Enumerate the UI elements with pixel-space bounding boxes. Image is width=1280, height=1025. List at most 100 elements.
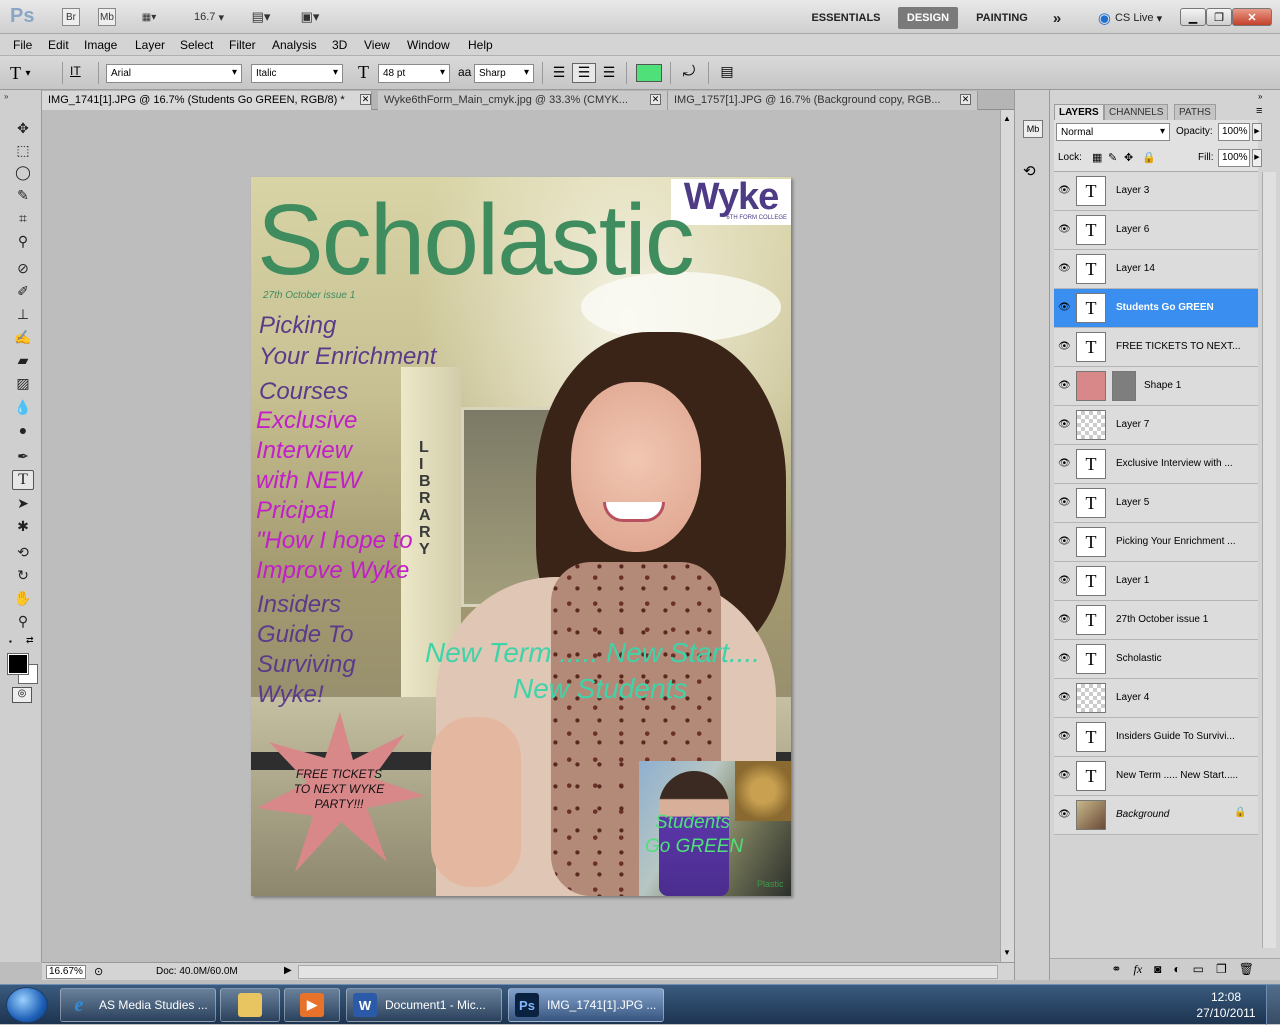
clock-time[interactable]: 12:08 [1196, 990, 1256, 1004]
layer-row[interactable]: 👁 T Layer 3 [1054, 172, 1258, 211]
screen-mode-button[interactable]: ▣▾ [292, 8, 328, 26]
menu-help[interactable]: Help [468, 38, 493, 52]
visibility-eye-icon[interactable]: 👁 [1058, 185, 1071, 197]
layer-row[interactable]: 👁 T 27th October issue 1 [1054, 601, 1258, 640]
visibility-eye-icon[interactable]: 👁 [1058, 653, 1071, 665]
clone-stamp-tool-icon[interactable]: ⊥ [12, 304, 34, 324]
taskbar-photoshop[interactable]: Ps IMG_1741[1].JPG ... [508, 988, 664, 1022]
character-panel-button[interactable]: ▤ [716, 63, 738, 83]
new-layer-icon[interactable]: ❐ [1216, 962, 1227, 980]
tool-preset-picker[interactable]: T ▾ [10, 62, 54, 84]
workspace-essentials[interactable]: ESSENTIALS [802, 7, 890, 29]
status-zoom[interactable]: 16.67% [46, 965, 86, 979]
blur-tool-icon[interactable]: 💧 [12, 397, 34, 417]
layer-row[interactable]: 👁 T Picking Your Enrichment ... [1054, 523, 1258, 562]
layer-row[interactable]: 👁 T Layer 6 [1054, 211, 1258, 250]
menu-filter[interactable]: Filter [229, 38, 256, 52]
font-size-dropdown[interactable]: 48 pt [378, 64, 450, 83]
visibility-eye-icon[interactable]: 👁 [1058, 536, 1071, 548]
history-brush-tool-icon[interactable]: ✍ [12, 327, 34, 347]
eyedropper-tool-icon[interactable]: ⚲ [12, 231, 34, 251]
align-right-button[interactable]: ☰ [598, 64, 620, 82]
taskbar-media-player[interactable]: ▶ [284, 988, 340, 1022]
panel-collapse-icon[interactable]: » [1258, 92, 1262, 101]
layer-row[interactable]: 👁 Shape 1 [1054, 367, 1258, 406]
vertical-scrollbar[interactable]: ▲ ▼ [1000, 110, 1014, 962]
fx-icon[interactable]: fx [1133, 962, 1142, 980]
layer-row[interactable]: 👁 T Scholastic [1054, 640, 1258, 679]
visibility-eye-icon[interactable]: 👁 [1058, 770, 1071, 782]
default-colors-icon[interactable]: ▪ [9, 637, 12, 646]
more-workspaces-icon[interactable]: » [1046, 7, 1068, 29]
magazine-cover-document[interactable]: LIBRARY Wyke 6TH FORM COLLEGE Scholastic… [251, 177, 791, 896]
layers-scrollbar[interactable] [1262, 172, 1276, 948]
move-tool-icon[interactable]: ✥ [12, 118, 34, 138]
hand-tool-icon[interactable]: ✋ [12, 588, 34, 608]
layer-row[interactable]: 👁 T Layer 5 [1054, 484, 1258, 523]
menu-edit[interactable]: Edit [48, 38, 69, 52]
visibility-eye-icon[interactable]: 👁 [1058, 302, 1071, 314]
taskbar-word[interactable]: W Document1 - Mic... [346, 988, 502, 1022]
start-button[interactable] [6, 987, 48, 1023]
visibility-eye-icon[interactable]: 👁 [1058, 497, 1071, 509]
minimize-button[interactable]: ▁ [1180, 8, 1206, 26]
font-style-dropdown[interactable]: Italic [251, 64, 343, 83]
mini-bridge-panel-icon[interactable]: Mb [1023, 120, 1043, 138]
zoom-tool-icon[interactable]: ⚲ [12, 611, 34, 631]
lock-pixels-icon[interactable]: ✎ [1108, 151, 1117, 164]
layer-row[interactable]: 👁 T FREE TICKETS TO NEXT... [1054, 328, 1258, 367]
visibility-eye-icon[interactable]: 👁 [1058, 614, 1071, 626]
adjustment-icon[interactable]: ◐ [1173, 962, 1180, 980]
menu-file[interactable]: File [13, 38, 32, 52]
visibility-eye-icon[interactable]: 👁 [1058, 575, 1071, 587]
foreground-color-swatch[interactable] [7, 653, 29, 675]
text-color-swatch[interactable] [636, 64, 662, 82]
pen-tool-icon[interactable]: ✒ [12, 446, 34, 466]
layer-row[interactable]: 👁 T Insiders Guide To Survivi... [1054, 718, 1258, 757]
link-icon[interactable]: ⚭ [1111, 962, 1121, 980]
fill-arrow-icon[interactable]: ▶ [1252, 149, 1262, 167]
font-family-dropdown[interactable]: Arial [106, 64, 242, 83]
swap-colors-icon[interactable]: ⇄ [26, 635, 34, 646]
crop-tool-icon[interactable]: ⌗ [12, 208, 34, 228]
workspace-painting[interactable]: PAINTING [966, 7, 1038, 29]
quick-selection-tool-icon[interactable]: ✎ [12, 185, 34, 205]
folder-icon[interactable]: ▭ [1193, 962, 1204, 980]
menu-window[interactable]: Window [407, 38, 450, 52]
type-tool-icon[interactable]: T [12, 470, 34, 490]
mask-icon[interactable]: ◙ [1154, 962, 1161, 980]
tab-channels[interactable]: CHANNELS [1104, 104, 1169, 120]
document-tab-1[interactable]: IMG_1741[1].JPG @ 16.7% (Students Go GRE… [42, 91, 372, 110]
path-selection-tool-icon[interactable]: ➤ [12, 493, 34, 513]
lock-transparency-icon[interactable]: ▦ [1092, 151, 1102, 164]
workspace-design[interactable]: DESIGN [898, 7, 958, 29]
menu-analysis[interactable]: Analysis [272, 38, 317, 52]
horizontal-scrollbar[interactable] [298, 965, 998, 979]
status-info-icon[interactable]: ⊙ [94, 965, 103, 978]
taskbar-explorer[interactable] [220, 988, 280, 1022]
opacity-input[interactable]: 100% [1218, 123, 1250, 141]
clock-date[interactable]: 27/10/2011 [1190, 1006, 1262, 1020]
marquee-tool-icon[interactable]: ⬚ [12, 140, 34, 160]
close-tab-icon[interactable]: ✕ [960, 94, 971, 105]
menu-layer[interactable]: Layer [135, 38, 165, 52]
3d-orbit-tool-icon[interactable]: ↻ [12, 565, 34, 585]
zoom-level-dropdown[interactable]: 16.7 ▾ [186, 8, 232, 26]
trash-icon[interactable]: 🗑 [1239, 962, 1254, 980]
align-left-button[interactable]: ☰ [548, 64, 570, 82]
lock-all-icon[interactable]: 🔒 [1142, 151, 1156, 164]
tab-paths[interactable]: PATHS [1174, 104, 1216, 120]
menu-view[interactable]: View [364, 38, 390, 52]
visibility-eye-icon[interactable]: 👁 [1058, 692, 1071, 704]
status-menu-arrow-icon[interactable]: ▶ [284, 965, 292, 976]
visibility-eye-icon[interactable]: 👁 [1058, 458, 1071, 470]
quick-mask-icon[interactable]: ◎ [12, 687, 32, 703]
visibility-eye-icon[interactable]: 👁 [1058, 263, 1071, 275]
layer-row[interactable]: 👁 T Students Go GREEN [1054, 289, 1258, 328]
text-orientation-button[interactable]: IT [70, 64, 90, 82]
shape-tool-icon[interactable]: ✱ [12, 516, 34, 536]
menu-image[interactable]: Image [84, 38, 117, 52]
dodge-tool-icon[interactable]: ● [12, 420, 34, 440]
history-panel-icon[interactable]: ⟲ [1023, 162, 1036, 180]
visibility-eye-icon[interactable]: 👁 [1058, 380, 1071, 392]
